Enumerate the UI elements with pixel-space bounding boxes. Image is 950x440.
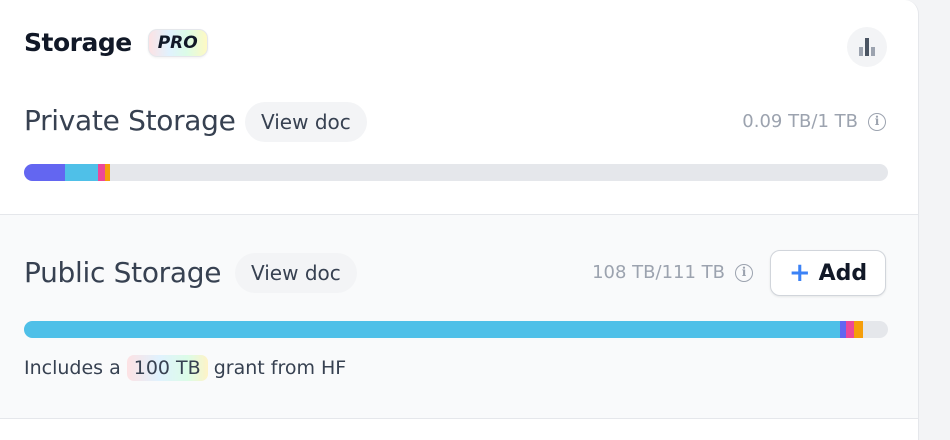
usage-bar-segment xyxy=(105,164,111,181)
storage-card: Storage PRO Private Storage View doc 0.0… xyxy=(0,0,919,440)
public-storage-title: Public Storage xyxy=(24,256,222,289)
private-storage-title: Private Storage xyxy=(24,104,236,137)
private-view-doc-button[interactable]: View doc xyxy=(245,102,367,142)
private-usage-text: 0.09 TB/1 TB xyxy=(742,111,858,132)
usage-bar-segment xyxy=(65,164,99,181)
grant-prefix: Includes a xyxy=(24,357,121,379)
page-title: Storage xyxy=(24,28,132,57)
bar-chart-icon[interactable] xyxy=(847,27,887,67)
grant-suffix: grant from HF xyxy=(213,357,347,379)
public-usage-text: 108 TB/111 TB xyxy=(592,262,725,283)
info-icon[interactable]: i xyxy=(868,112,886,131)
private-usage-bar xyxy=(24,164,888,181)
public-usage: 108 TB/111 TB i xyxy=(592,262,753,283)
usage-bar-segment xyxy=(845,321,855,338)
grant-note: Includes a 100 TB grant from HF xyxy=(24,355,346,381)
info-icon[interactable]: i xyxy=(735,263,753,282)
pro-badge: PRO xyxy=(147,28,208,57)
public-usage-bar xyxy=(24,321,888,338)
private-usage: 0.09 TB/1 TB i xyxy=(742,111,886,132)
plus-icon: + xyxy=(788,258,811,288)
add-button-label: Add xyxy=(818,260,868,286)
public-storage-section: Public Storage View doc 108 TB/111 TB i … xyxy=(0,214,918,419)
public-view-doc-button[interactable]: View doc xyxy=(235,253,357,293)
private-storage-section: Private Storage View doc 0.09 TB/1 TB i xyxy=(0,90,918,214)
grant-amount-chip: 100 TB xyxy=(126,355,208,381)
storage-header: Storage PRO xyxy=(24,28,208,57)
usage-bar-segment xyxy=(24,164,66,181)
usage-bar-segment xyxy=(98,164,106,181)
add-storage-button[interactable]: + Add xyxy=(770,250,886,296)
usage-bar-segment xyxy=(854,321,863,338)
usage-bar-segment xyxy=(24,321,841,338)
